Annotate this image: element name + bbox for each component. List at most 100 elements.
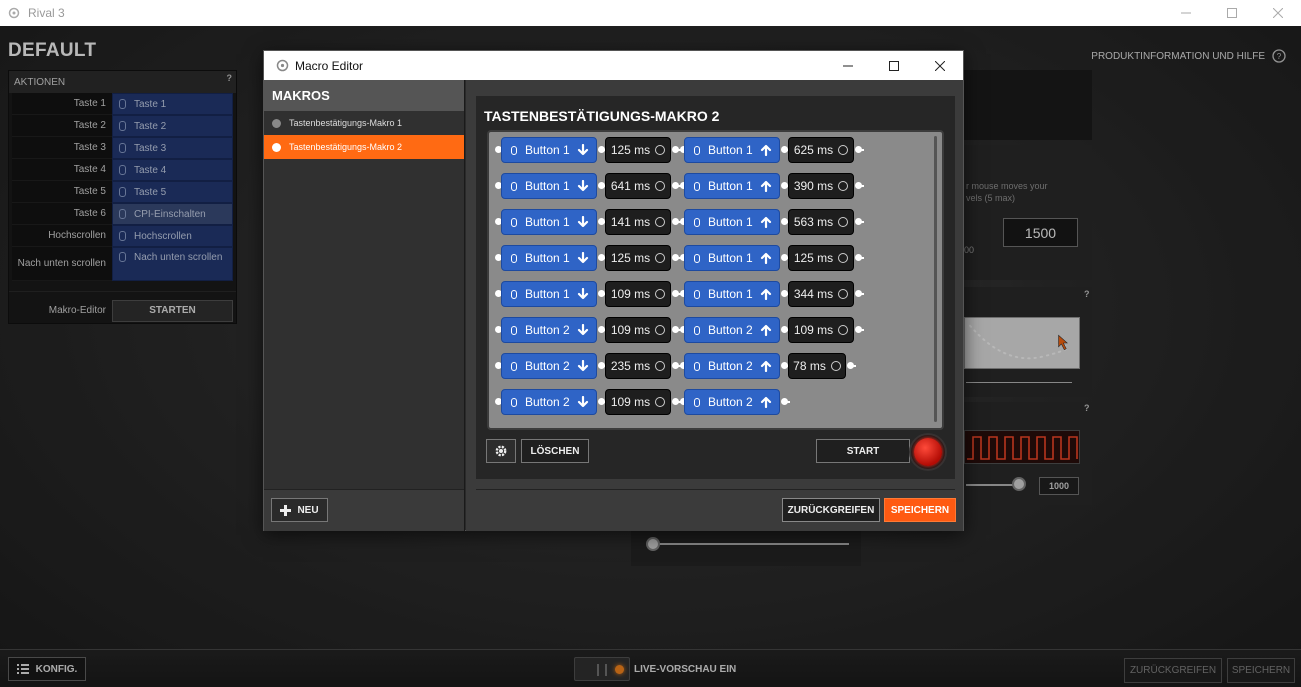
arrow-down-icon [577,360,588,372]
step-label: Button 2 [525,395,570,409]
delay-step[interactable]: 390 ms [788,173,854,199]
sequence-row: Button 1 141 ms Button 1 563 ms [489,209,929,235]
arrow-down-icon [577,144,588,156]
delay-step[interactable]: 235 ms [605,353,671,379]
mouse-icon [694,145,700,155]
step-label: Button 1 [708,143,753,157]
step-label: Button 1 [525,179,570,193]
gear-icon [495,445,507,457]
mouse-icon [694,181,700,191]
delay-step[interactable]: 141 ms [605,209,671,235]
step-label: Button 2 [525,359,570,373]
settings-button[interactable] [486,439,516,463]
delay-label: 125 ms [793,251,834,265]
delay-step[interactable]: 109 ms [605,281,671,307]
mouse-icon [511,361,517,371]
delay-label: 641 ms [610,179,651,193]
delay-label: 109 ms [610,395,651,409]
delay-label: 109 ms [610,323,651,337]
mouse-icon [511,145,517,155]
dialog-undo-button[interactable]: ZURÜCKGREIFEN [782,498,880,522]
button-down-step[interactable]: Button 2 [501,389,597,415]
macro-editor-panel: TASTENBESTÄTIGUNGS-MAKRO 2 Button 1 125 m… [466,80,963,531]
mouse-icon [694,289,700,299]
step-label: Button 2 [525,323,570,337]
connector-line [860,293,864,295]
delay-step[interactable]: 78 ms [788,353,846,379]
sequence-row: Button 1 125 ms Button 1 625 ms [489,137,929,163]
button-up-step[interactable]: Button 1 [684,209,780,235]
delay-label: 109 ms [610,287,651,301]
start-recording-button[interactable]: START [816,439,910,463]
connector-line [860,149,864,151]
step-label: Button 1 [525,287,570,301]
sequence-area[interactable]: Button 1 125 ms Button 1 625 ms Button 1 641 … [487,130,944,430]
delay-step[interactable]: 109 ms [605,389,671,415]
delay-step[interactable]: 563 ms [788,209,854,235]
close-button[interactable] [1255,0,1301,26]
delay-step[interactable]: 109 ms [605,317,671,343]
mouse-icon [511,397,517,407]
button-down-step[interactable]: Button 2 [501,317,597,343]
macro-list-footer: NEU [264,489,464,531]
button-down-step[interactable]: Button 1 [501,209,597,235]
delay-step[interactable]: 125 ms [788,245,854,271]
clock-icon [655,325,666,335]
button-up-step[interactable]: Button 1 [684,245,780,271]
sequence-row: Button 1 125 ms Button 1 125 ms [489,245,929,271]
record-button[interactable] [909,433,947,471]
new-macro-label: NEU [297,504,319,516]
button-down-step[interactable]: Button 1 [501,137,597,163]
delay-step[interactable]: 641 ms [605,173,671,199]
macro-list-item[interactable]: Tastenbestätigungs-Makro 2 [264,135,464,159]
step-label: Button 1 [525,143,570,157]
button-down-step[interactable]: Button 2 [501,353,597,379]
step-label: Button 2 [708,359,753,373]
clock-icon [655,217,666,227]
sequence-scrollbar[interactable] [934,136,937,422]
button-up-step[interactable]: Button 1 [684,137,780,163]
delay-step[interactable]: 344 ms [788,281,854,307]
delete-button[interactable]: LÖSCHEN [521,439,589,463]
button-up-step[interactable]: Button 2 [684,389,780,415]
button-up-step[interactable]: Button 1 [684,173,780,199]
connector-line [860,221,864,223]
delay-step[interactable]: 125 ms [605,137,671,163]
clock-icon [655,397,666,407]
maximize-button[interactable] [1209,0,1255,26]
delay-step[interactable]: 109 ms [788,317,854,343]
delay-step[interactable]: 625 ms [788,137,854,163]
mouse-icon [511,217,517,227]
button-down-step[interactable]: Button 1 [501,245,597,271]
dialog-maximize-button[interactable] [871,51,917,80]
mouse-icon [694,325,700,335]
clock-icon [655,145,666,155]
clock-icon [838,253,849,263]
clock-icon [838,145,849,155]
mouse-icon [511,289,517,299]
dialog-minimize-button[interactable] [825,51,871,80]
arrow-up-icon [760,216,771,228]
dialog-close-button[interactable] [917,51,963,80]
button-up-step[interactable]: Button 1 [684,281,780,307]
step-label: Button 1 [708,287,753,301]
button-up-step[interactable]: Button 2 [684,353,780,379]
clock-icon [655,361,666,371]
new-macro-button[interactable]: NEU [271,498,328,522]
sequence-row: Button 2 235 ms Button 2 78 ms [489,353,929,379]
arrow-down-icon [577,216,588,228]
macro-list-item[interactable]: Tastenbestätigungs-Makro 1 [264,111,464,135]
clock-icon [830,361,841,371]
macro-editor-dialog: Macro Editor MAKROS Tastenbestätigungs-M… [263,50,964,531]
macro-editor-title: Macro Editor [295,58,364,73]
arrow-up-icon [760,324,771,336]
minimize-button[interactable] [1163,0,1209,26]
button-down-step[interactable]: Button 1 [501,281,597,307]
button-up-step[interactable]: Button 2 [684,317,780,343]
delay-step[interactable]: 125 ms [605,245,671,271]
button-down-step[interactable]: Button 1 [501,173,597,199]
app-title: Rival 3 [28,6,65,20]
macro-list-header: MAKROS [264,80,464,111]
steelseries-logo-icon [276,59,289,72]
dialog-save-button[interactable]: SPEICHERN [884,498,956,522]
